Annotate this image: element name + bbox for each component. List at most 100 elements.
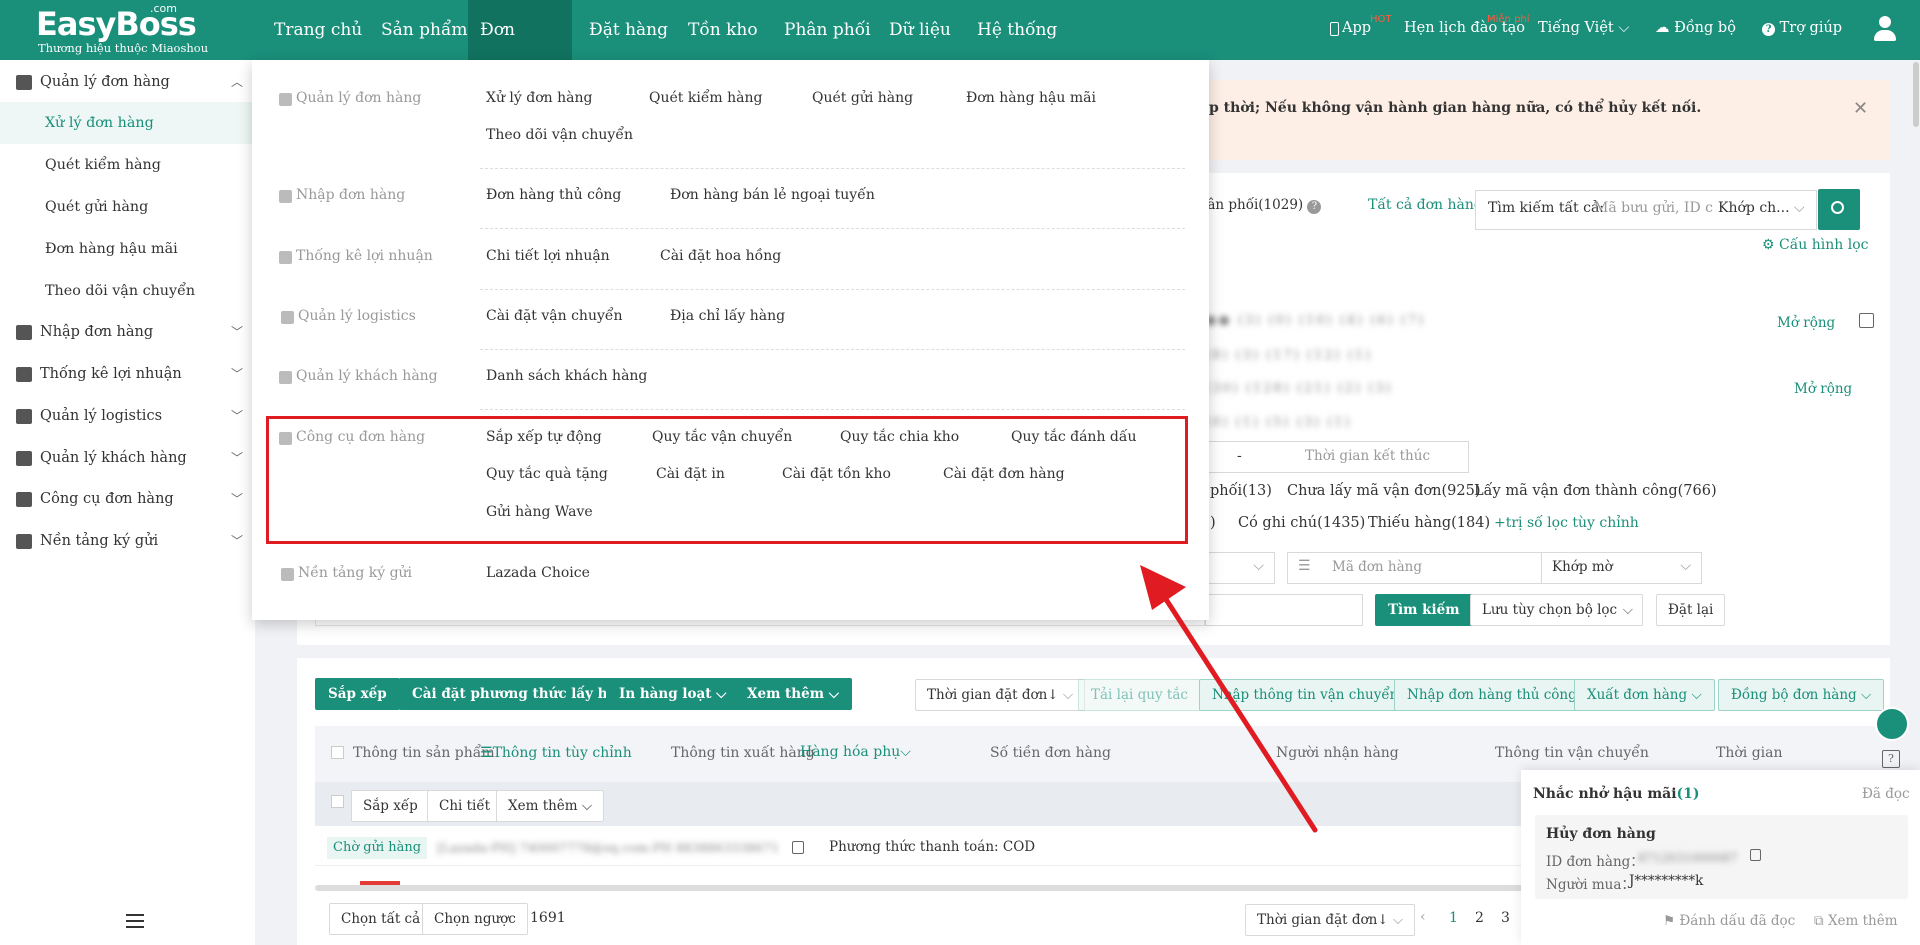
menu-shipping-settings[interactable]: Cài đặt vận chuyển: [486, 308, 623, 324]
menu-lazada-choice[interactable]: Lazada Choice: [486, 565, 590, 581]
sidebar-item-scan-check[interactable]: Quét kiểm hàng: [0, 144, 255, 186]
mark-all-read-link[interactable]: Đã đọc: [1862, 786, 1910, 802]
import-manual-button[interactable]: Nhập đơn hàng thủ công: [1394, 679, 1590, 711]
menu-section-logistics: Quản lý logistics: [281, 308, 416, 324]
sidebar-group-import-orders[interactable]: Nhập đơn hàng ﹀: [0, 311, 255, 353]
menu-scan-check[interactable]: Quét kiểm hàng: [649, 90, 763, 106]
horizontal-scrollbar[interactable]: [315, 885, 1525, 891]
accessory-toggle[interactable]: Hàng hóa phụ⌵: [800, 744, 911, 760]
select-all-checkbox[interactable]: [331, 746, 344, 759]
menu-commission-settings[interactable]: Cài đặt hoa hồng: [660, 248, 781, 264]
mark-read-button[interactable]: ⚑ Đánh dấu đã đọc: [1663, 913, 1795, 929]
order-meta-blurred: [Lazada-PH] 740007778@sq.com-PH 88388633…: [437, 840, 780, 855]
custom-info-link[interactable]: ☰Thông tin tùy chỉnh: [480, 745, 632, 761]
end-time-input[interactable]: Thời gian kết thúc: [1305, 448, 1430, 464]
copy-icon[interactable]: [792, 841, 804, 854]
help-icon[interactable]: ?: [1882, 750, 1900, 768]
save-filter-select[interactable]: Lưu tùy chọn bộ lọc ⌵: [1470, 594, 1643, 626]
sidebar-group-order-management[interactable]: Quản lý đơn hàng ︿: [0, 61, 255, 103]
select-all-button[interactable]: Chọn tất cả: [329, 903, 433, 935]
expand-link-2[interactable]: Mở rộng: [1794, 381, 1852, 397]
sort-button[interactable]: Sắp xếp: [315, 678, 400, 710]
status-filter[interactable]: phối(13): [1210, 483, 1272, 499]
status-filter[interactable]: ): [1210, 515, 1216, 531]
nav-data[interactable]: Dữ liệu: [877, 0, 963, 60]
menu-process-orders[interactable]: Xử lý đơn hàng: [486, 90, 592, 106]
sync-orders-button[interactable]: Đồng bộ đơn hàng ⌵: [1718, 679, 1885, 711]
chevron-down-icon: ﹀: [230, 534, 243, 548]
menu-pickup-address[interactable]: Địa chỉ lấy hàng: [670, 308, 785, 324]
close-icon[interactable]: ✕: [1853, 98, 1868, 119]
match-select[interactable]: Khớp ch... ⌵: [1718, 200, 1805, 216]
menu-customer-list[interactable]: Danh sách khách hàng: [486, 368, 647, 384]
sidebar-item-tracking[interactable]: Theo dõi vận chuyển: [0, 270, 255, 312]
logo-tagline: Thương hiệu thuộc Miaoshou: [38, 41, 209, 55]
details-button[interactable]: Chi tiết: [427, 790, 503, 822]
status-filter[interactable]: Chưa lấy mã vận đơn(925): [1287, 483, 1480, 499]
page-2[interactable]: 2: [1475, 910, 1484, 926]
nav-products[interactable]: Sản phẩm: [369, 0, 480, 60]
custom-filter-link[interactable]: +trị số lọc tùy chỉnh: [1494, 515, 1639, 531]
app-link[interactable]: App: [1342, 20, 1371, 36]
prev-page-icon[interactable]: ‹: [1420, 909, 1426, 925]
page-1[interactable]: 1: [1449, 910, 1458, 926]
banner-text: p thời; Nếu không vận hành gian hàng nữa…: [1209, 100, 1702, 116]
status-filter[interactable]: Thiếu hàng(184): [1368, 515, 1490, 531]
copy-icon[interactable]: [1750, 849, 1761, 861]
sidebar-group-order-tools[interactable]: Công cụ đơn hàng ﹀: [0, 478, 255, 520]
language-select[interactable]: Tiếng Việt ⌵: [1538, 20, 1629, 36]
sync-button[interactable]: ☁ Đồng bộ: [1655, 20, 1736, 36]
buyer-value: J*********k: [1629, 873, 1704, 889]
page-3[interactable]: 3: [1501, 910, 1510, 926]
export-orders-button[interactable]: Xuất đơn hàng ⌵: [1574, 679, 1715, 711]
sidebar-item-scan-ship[interactable]: Quét gửi hàng: [0, 186, 255, 228]
all-orders-link[interactable]: Tất cả đơn hàng: [1368, 197, 1483, 213]
user-avatar-icon[interactable]: [1874, 16, 1896, 42]
order-time-sort[interactable]: Thời gian đặt đơn↓ ⌵: [915, 679, 1086, 711]
more-button[interactable]: Xem thêm ⌵: [734, 678, 852, 710]
assistant-avatar-icon[interactable]: [1875, 707, 1909, 741]
menu-profit-details[interactable]: Chi tiết lợi nhuận: [486, 248, 610, 264]
sidebar-group-consignment[interactable]: Nền tảng ký gửi ﹀: [0, 520, 255, 562]
nav-system[interactable]: Hệ thống: [965, 0, 1069, 60]
truck-icon: [281, 311, 294, 324]
page-scrollbar[interactable]: [1913, 62, 1919, 127]
collapse-menu-icon[interactable]: [126, 914, 144, 928]
menu-after-sales[interactable]: Đơn hàng hậu mãi: [966, 90, 1096, 106]
chevron-down-icon: ⌵: [581, 798, 593, 814]
group-checkbox[interactable]: [331, 795, 344, 808]
search-input[interactable]: Mã bưu gửi, ID c: [1594, 200, 1713, 216]
batch-print-button[interactable]: In hàng loạt ⌵: [606, 678, 740, 710]
sidebar-group-logistics[interactable]: Quản lý logistics ﹀: [0, 395, 255, 437]
menu-manual-orders[interactable]: Đơn hàng thủ công: [486, 187, 621, 203]
search-button[interactable]: [1818, 189, 1860, 230]
menu-tracking[interactable]: Theo dõi vận chuyển: [486, 127, 633, 143]
nav-home[interactable]: Trang chủ: [262, 0, 374, 60]
status-filter[interactable]: Lấy mã vận đơn thành công(766): [1474, 483, 1717, 499]
nav-inventory[interactable]: Tồn kho: [676, 0, 770, 60]
filter-config-link[interactable]: ⚙ Cấu hình lọc: [1762, 237, 1869, 253]
reset-button[interactable]: Đặt lại: [1656, 594, 1726, 626]
footer-sort-select[interactable]: Thời gian đặt đơn↓ ⌵: [1245, 904, 1416, 936]
nav-orders[interactable]: Đơn hàng: [468, 0, 572, 100]
sub-more-button[interactable]: Xem thêm ⌵: [496, 790, 605, 822]
distribution-filter[interactable]: phân phối(1029) ?: [1190, 190, 1322, 222]
expand-link-1[interactable]: Mở rộng: [1777, 315, 1835, 331]
nav-distribution[interactable]: Phân phối: [772, 0, 883, 60]
copy-icon[interactable]: [1859, 313, 1874, 328]
view-more-button[interactable]: ⧉ Xem thêm: [1814, 913, 1898, 929]
search-submit-button[interactable]: Tìm kiếm: [1375, 594, 1473, 626]
fuzzy-match-select[interactable]: Khớp mờ ⌵: [1541, 552, 1702, 584]
nav-purchase[interactable]: Đặt hàng: [577, 0, 680, 60]
menu-scan-ship[interactable]: Quét gửi hàng: [812, 90, 913, 106]
sidebar-group-profit[interactable]: Thống kê lợi nhuận ﹀: [0, 353, 255, 395]
help-button[interactable]: ? Trợ giúp: [1762, 20, 1842, 36]
col-product-info: Thông tin sản phẩm: [353, 745, 495, 761]
sidebar-item-process-orders[interactable]: Xử lý đơn hàng: [0, 102, 255, 144]
sub-sort-button[interactable]: Sắp xếp: [351, 790, 430, 822]
invert-selection-button[interactable]: Chọn ngược: [422, 903, 528, 935]
status-filter[interactable]: Có ghi chú(1435): [1238, 515, 1365, 531]
sidebar-group-customers[interactable]: Quản lý khách hàng ﹀: [0, 437, 255, 479]
sidebar-item-after-sales[interactable]: Đơn hàng hậu mãi: [0, 228, 255, 270]
menu-offline-retail[interactable]: Đơn hàng bán lẻ ngoại tuyến: [670, 187, 875, 203]
